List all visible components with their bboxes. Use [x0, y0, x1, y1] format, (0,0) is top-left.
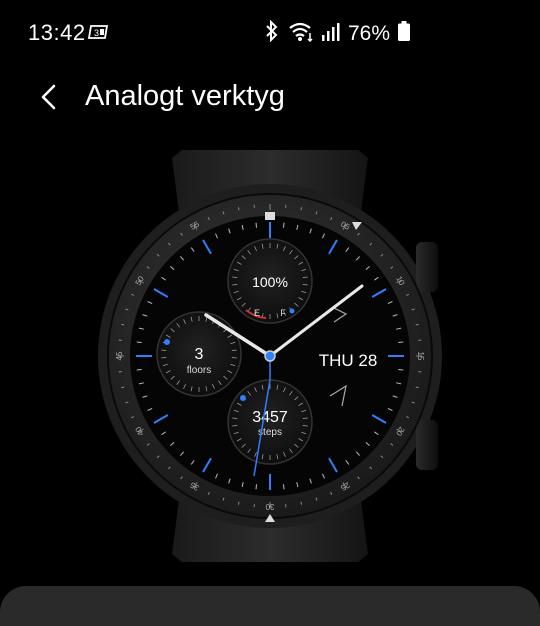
steps-subdial: 3457 steps — [228, 380, 312, 464]
bezel-label: 15 — [416, 352, 425, 361]
bezel-label: 30 — [265, 502, 274, 511]
watch-face-preview: 5505101520253035404550 100% E F 3 floors… — [90, 150, 470, 562]
floors-value: 3 — [195, 346, 204, 363]
floors-subdial: 3 floors — [157, 312, 241, 396]
floors-label: floors — [187, 365, 211, 376]
battery-percent: 76% — [348, 22, 390, 46]
bezel-label: 45 — [115, 351, 124, 360]
battery-icon — [398, 21, 410, 46]
bottom-sheet[interactable] — [0, 586, 540, 626]
battery-percent-label: 100% — [252, 274, 288, 290]
signal-icon — [322, 21, 340, 46]
status-time: 13:42 — [28, 20, 86, 46]
date-text: THU 28 — [319, 351, 378, 370]
bottom-button — [416, 420, 438, 470]
status-icons: 76% — [264, 20, 410, 47]
wifi-icon — [288, 20, 314, 47]
battery-subdial: 100% E F — [228, 239, 312, 323]
battery-empty-label: E — [254, 308, 260, 318]
top-button — [416, 242, 438, 292]
notification-badge-icon: 3 — [88, 24, 110, 45]
bluetooth-icon — [264, 20, 280, 47]
back-button[interactable] — [32, 82, 66, 116]
status-bar: 13:42 3 — [0, 0, 540, 66]
page-title: Analogt verktyg — [85, 80, 285, 113]
svg-text:3: 3 — [94, 28, 99, 38]
back-chevron-icon — [39, 83, 59, 116]
steps-value: 3457 — [252, 409, 288, 426]
battery-full-label: F — [280, 308, 286, 318]
app-bar: Analogt verktyg — [0, 74, 540, 124]
